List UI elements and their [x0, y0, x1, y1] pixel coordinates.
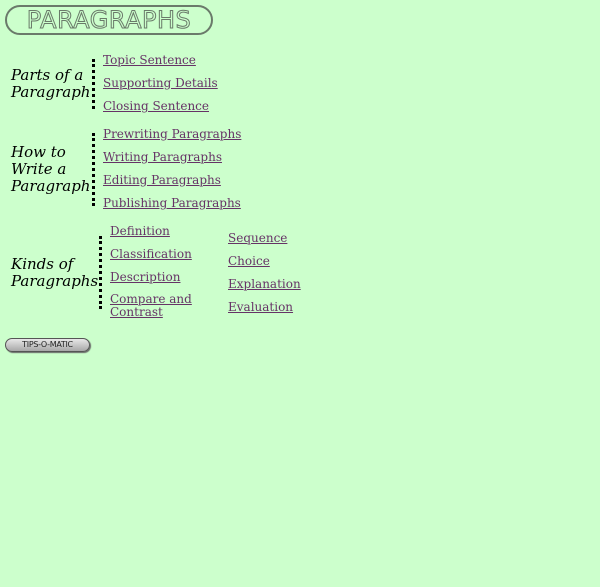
heading-kinds-of-paragraphs: Kinds of Paragraphs — [11, 256, 98, 290]
dotted-divider — [92, 133, 95, 206]
paragraphs-logo: PARAGRAPHS — [5, 5, 213, 35]
link-supporting-details[interactable]: Supporting Details — [103, 76, 218, 90]
kinds-links-col1: Definition Classification Description Co… — [110, 224, 210, 319]
link-definition[interactable]: Definition — [110, 224, 210, 238]
link-explanation[interactable]: Explanation — [228, 277, 301, 291]
parts-links: Topic Sentence Supporting Details Closin… — [103, 53, 218, 113]
heading-line: Kinds of — [11, 255, 74, 273]
heading-line: Paragraph — [11, 177, 91, 195]
heading-line: How to — [11, 143, 66, 161]
link-compare-and-contrast[interactable]: Compare and Contrast — [110, 293, 210, 319]
link-evaluation[interactable]: Evaluation — [228, 300, 301, 314]
heading-line: Parts of a — [11, 66, 84, 84]
tips-o-matic-button[interactable]: TIPS-O-MATIC — [5, 338, 90, 352]
heading-line: Paragraphs — [11, 272, 99, 290]
kinds-links-col2: Sequence Choice Explanation Evaluation — [228, 231, 301, 314]
link-closing-sentence[interactable]: Closing Sentence — [103, 99, 218, 113]
link-editing-paragraphs[interactable]: Editing Paragraphs — [103, 173, 241, 187]
heading-line: Write a — [11, 160, 67, 178]
heading-how-to-write-a-paragraph: How to Write a Paragraph — [11, 144, 90, 195]
link-sequence[interactable]: Sequence — [228, 231, 301, 245]
how-links: Prewriting Paragraphs Writing Paragraphs… — [103, 127, 241, 210]
link-topic-sentence[interactable]: Topic Sentence — [103, 53, 218, 67]
link-choice[interactable]: Choice — [228, 254, 301, 268]
link-writing-paragraphs[interactable]: Writing Paragraphs — [103, 150, 241, 164]
link-classification[interactable]: Classification — [110, 247, 210, 261]
link-publishing-paragraphs[interactable]: Publishing Paragraphs — [103, 196, 241, 210]
heading-parts-of-a-paragraph: Parts of a Paragraph — [11, 67, 90, 101]
link-prewriting-paragraphs[interactable]: Prewriting Paragraphs — [103, 127, 241, 141]
link-description[interactable]: Description — [110, 270, 210, 284]
dotted-divider — [99, 236, 102, 309]
heading-line: Paragraph — [11, 83, 91, 101]
dotted-divider — [92, 59, 95, 109]
